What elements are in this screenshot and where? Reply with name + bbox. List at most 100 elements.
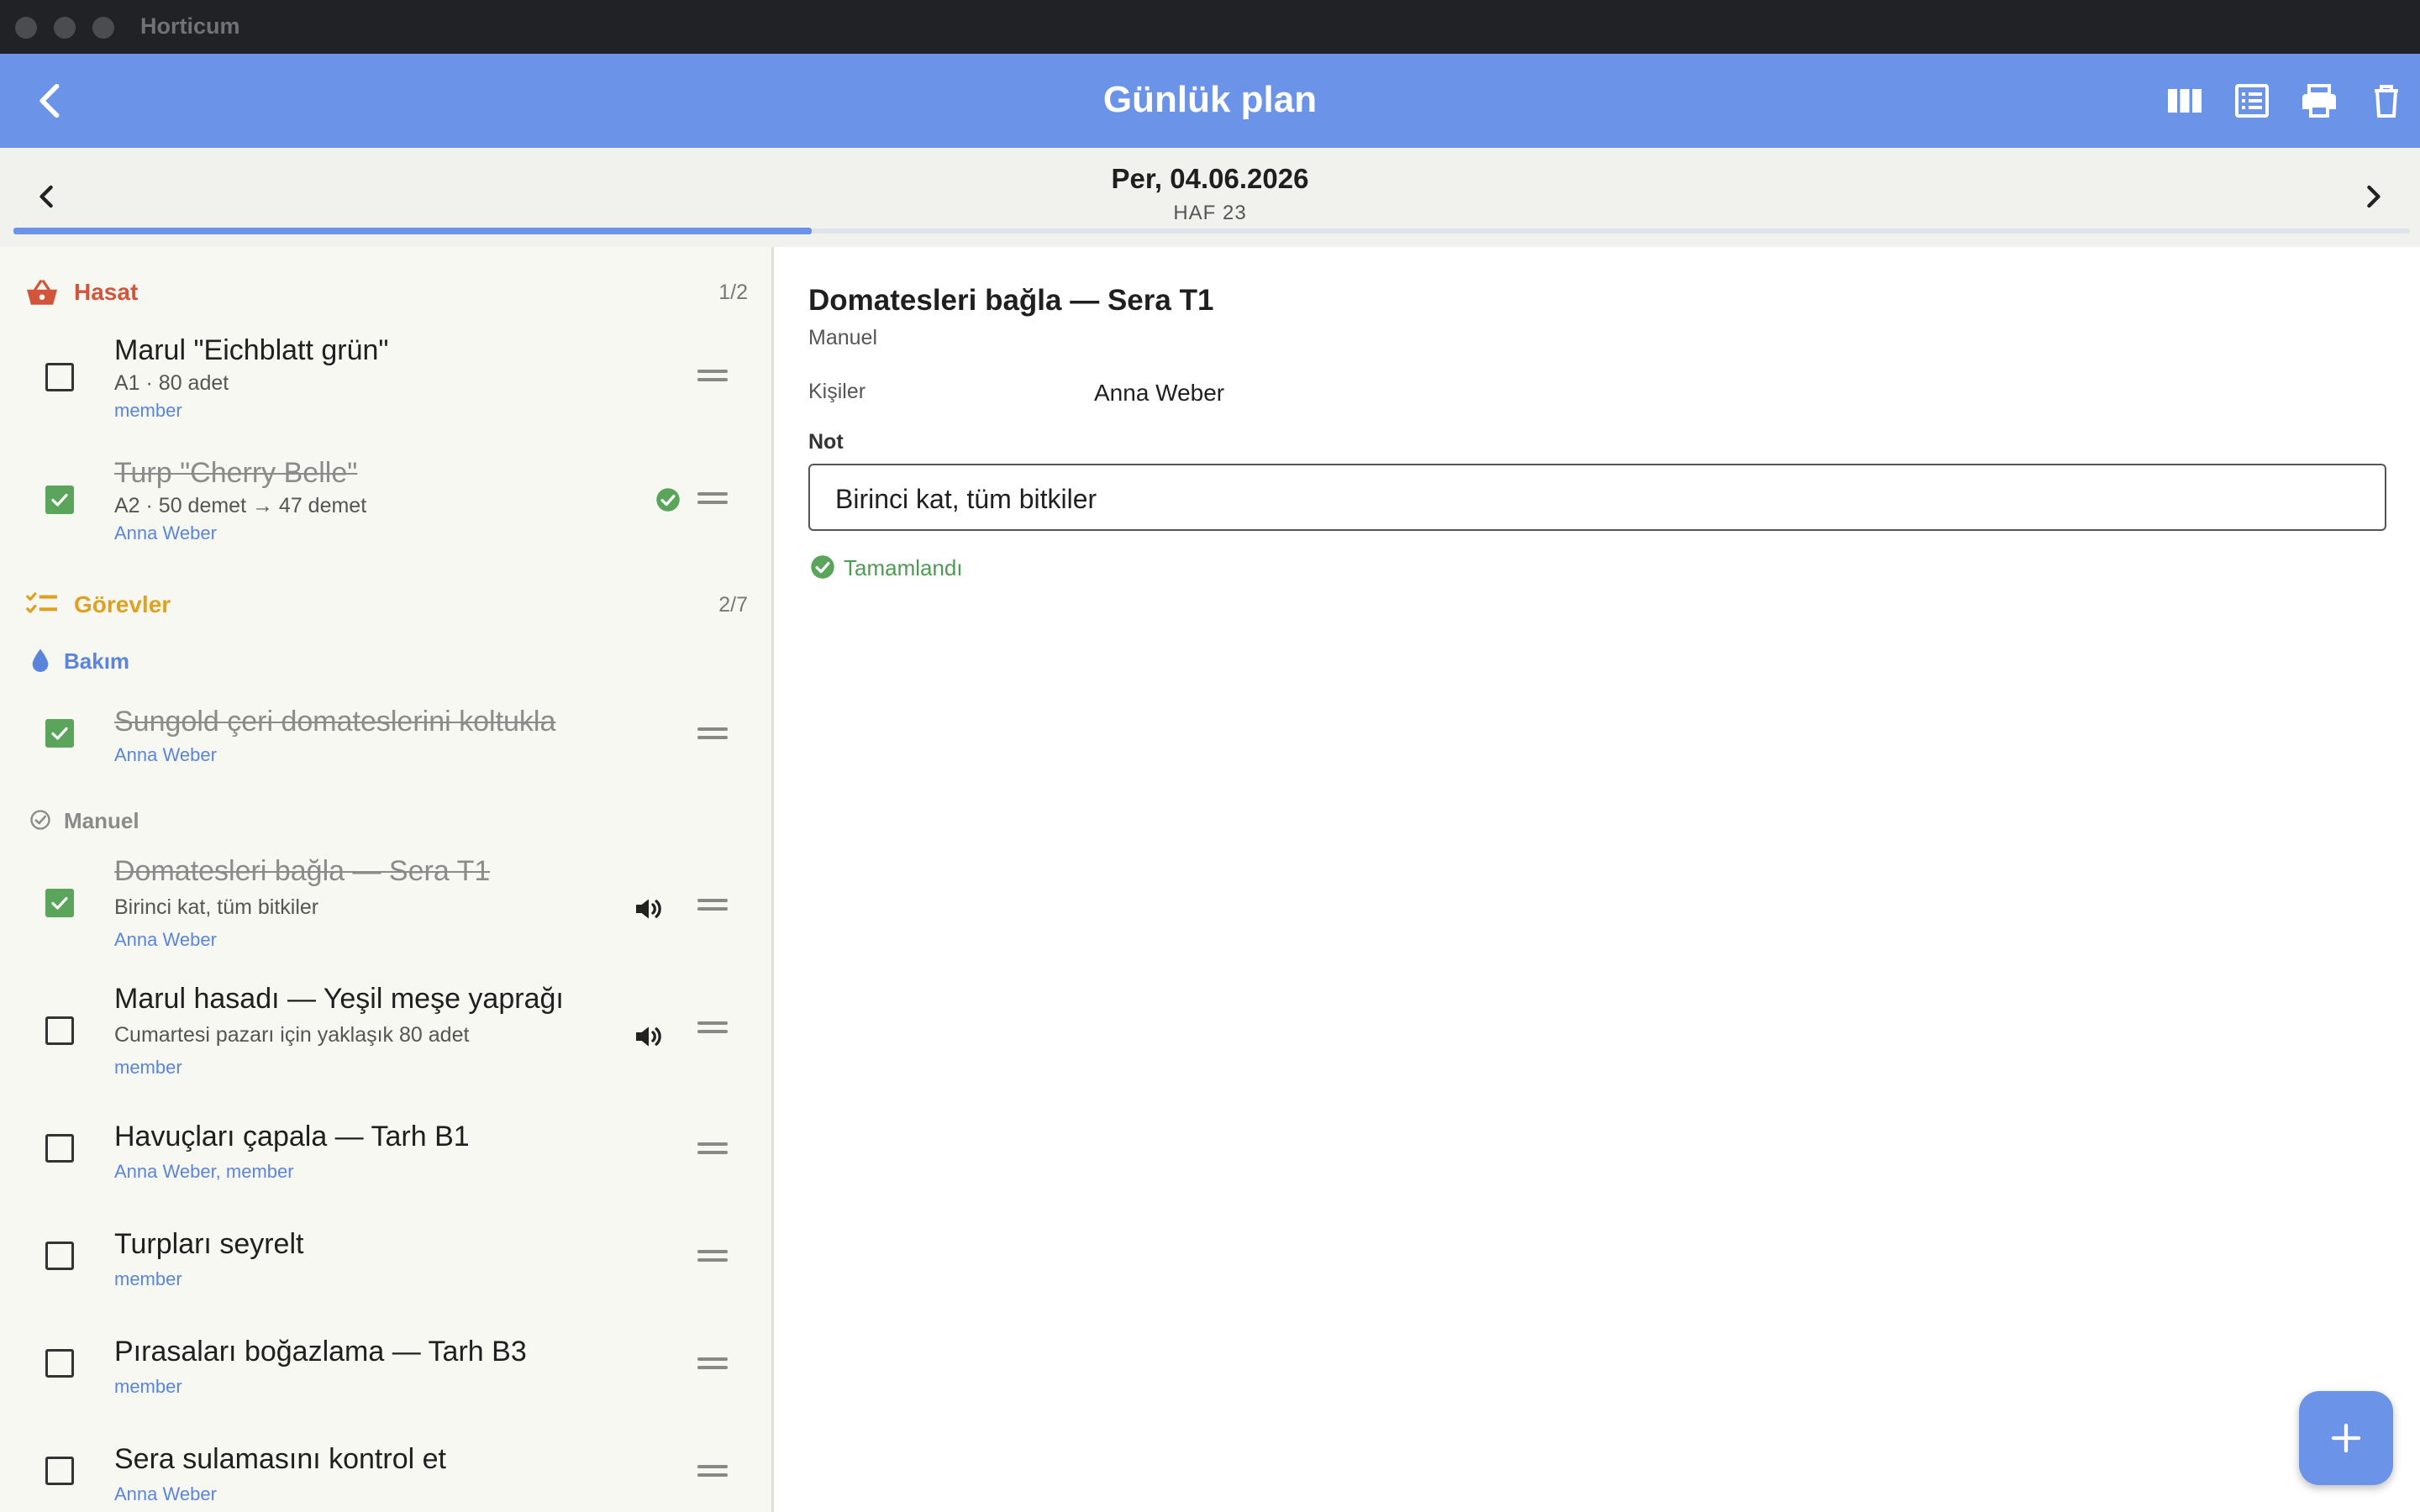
item-title: Sera sulamasını kontrol et bbox=[114, 1443, 446, 1475]
section-harvest-header: Hasat 1/2 bbox=[25, 274, 748, 311]
delete-button[interactable] bbox=[2366, 81, 2407, 121]
app-bar: Günlük plan bbox=[0, 54, 2420, 148]
checklist-icon bbox=[26, 592, 57, 613]
print-button[interactable] bbox=[2299, 81, 2339, 121]
item-assignee: Anna Weber bbox=[114, 522, 217, 543]
completed-check-icon bbox=[656, 488, 680, 512]
item-assignee: member bbox=[114, 400, 182, 421]
drag-handle-icon[interactable] bbox=[697, 727, 728, 743]
task-item[interactable]: Havuçları çapala — Tarh B1 Anna Weber, m… bbox=[0, 1117, 771, 1210]
check-icon bbox=[51, 896, 68, 910]
task-item[interactable]: Pırasaları boğazlama — Tarh B3 member bbox=[0, 1332, 771, 1425]
task-item[interactable]: Sungold çeri domateslerini koltukla Anna… bbox=[0, 694, 771, 786]
item-assignee: Anna Weber, member bbox=[114, 1161, 294, 1182]
task-item[interactable]: Domatesleri bağla — Sera T1 Birinci kat,… bbox=[0, 848, 771, 966]
harvest-item[interactable]: Marul "Eichblatt grün" A1 · 80 adet memb… bbox=[0, 328, 771, 428]
item-title: Havuçları çapala — Tarh B1 bbox=[114, 1121, 470, 1152]
item-checkbox[interactable] bbox=[45, 486, 74, 514]
check-icon bbox=[51, 727, 68, 740]
delete-icon bbox=[2375, 85, 2398, 118]
detail-status-label: Tamamlandı bbox=[844, 555, 963, 580]
task-item[interactable]: Turpları seyrelt member bbox=[0, 1225, 771, 1317]
item-checkbox[interactable] bbox=[45, 1457, 74, 1485]
group-care-label: Bakım bbox=[64, 648, 130, 674]
item-assignee: Anna Weber bbox=[114, 1483, 217, 1504]
drag-handle-icon[interactable] bbox=[697, 370, 728, 385]
add-icon bbox=[2331, 1423, 2361, 1453]
item-checkbox[interactable] bbox=[45, 1242, 74, 1270]
detail-note-label: Not bbox=[808, 430, 844, 454]
item-title: Sungold çeri domateslerini koltukla bbox=[114, 706, 556, 738]
columns-view-button[interactable] bbox=[2165, 81, 2205, 121]
drag-handle-icon[interactable] bbox=[697, 1142, 728, 1158]
window-minimize-button[interactable] bbox=[54, 17, 76, 39]
columns-view-icon bbox=[2168, 89, 2202, 113]
drag-handle-icon[interactable] bbox=[697, 1250, 728, 1265]
item-assignee: Anna Weber bbox=[114, 929, 217, 950]
detail-source: Manuel bbox=[808, 326, 877, 349]
item-checkbox[interactable] bbox=[45, 363, 74, 391]
drag-handle-icon[interactable] bbox=[697, 1021, 728, 1037]
group-manual-label: Manuel bbox=[64, 808, 139, 833]
window-close-button[interactable] bbox=[15, 17, 37, 39]
check-circle-outline-icon bbox=[30, 810, 50, 830]
task-item[interactable]: Sera sulamasını kontrol et Anna Weber bbox=[0, 1440, 771, 1512]
item-title: Pırasaları boğazlama — Tarh B3 bbox=[114, 1336, 527, 1368]
section-harvest-count: 1/2 bbox=[718, 281, 748, 304]
check-icon bbox=[51, 493, 68, 507]
next-day-button[interactable] bbox=[2354, 178, 2391, 215]
section-tasks-label: Görevler bbox=[74, 591, 171, 617]
item-title: Marul hasadı — Yeşil meşe yaprağı bbox=[114, 983, 564, 1015]
chevron-right-icon bbox=[2367, 185, 2381, 208]
detail-note-field[interactable]: Birinci kat, tüm bitkiler bbox=[808, 464, 2386, 531]
group-manual-header: Manuel bbox=[29, 803, 533, 837]
item-title: Marul "Eichblatt grün" bbox=[114, 334, 389, 366]
item-checkbox[interactable] bbox=[45, 889, 74, 917]
item-title: Domatesleri bağla — Sera T1 bbox=[114, 855, 491, 887]
item-checkbox[interactable] bbox=[45, 719, 74, 748]
speaker-icon[interactable] bbox=[632, 1020, 666, 1053]
section-tasks-count: 2/7 bbox=[718, 593, 748, 617]
current-date[interactable]: Per, 04.06.2026 bbox=[0, 163, 2420, 195]
speaker-icon[interactable] bbox=[632, 892, 666, 926]
item-assignee: Anna Weber bbox=[114, 744, 217, 765]
section-tasks-header: Görevler 2/7 bbox=[25, 586, 748, 623]
page-title: Günlük plan bbox=[1102, 79, 1318, 120]
water-drop-icon bbox=[32, 648, 49, 672]
drag-handle-icon[interactable] bbox=[697, 1465, 728, 1480]
item-checkbox[interactable] bbox=[45, 1349, 74, 1378]
detail-people-label: Kişiler bbox=[808, 380, 866, 403]
basket-icon bbox=[27, 280, 57, 305]
list-view-icon bbox=[2235, 84, 2269, 118]
drag-handle-icon[interactable] bbox=[697, 1357, 728, 1373]
day-progress-fill bbox=[13, 228, 812, 234]
task-detail-pane bbox=[774, 247, 2420, 1512]
item-subtitle: A2 · 50 demet → 47 demet bbox=[114, 494, 367, 517]
week-label: HAF 23 bbox=[1173, 202, 1247, 224]
detail-title: Domatesleri bağla — Sera T1 bbox=[808, 284, 1214, 317]
item-subtitle: A1 · 80 adet bbox=[114, 371, 229, 395]
item-title: Turpları seyrelt bbox=[114, 1228, 304, 1260]
window-titlebar: Horticum bbox=[0, 0, 2420, 54]
detail-people-value[interactable]: Anna Weber bbox=[1094, 380, 1224, 407]
item-subtitle: Birinci kat, tüm bitkiler bbox=[114, 895, 319, 919]
print-icon bbox=[2302, 84, 2336, 118]
group-care-header: Bakım bbox=[29, 643, 533, 677]
window-zoom-button[interactable] bbox=[92, 17, 114, 39]
harvest-item[interactable]: Turp "Cherry Belle" A2 · 50 demet → 47 d… bbox=[0, 450, 771, 551]
drag-handle-icon[interactable] bbox=[697, 492, 728, 507]
item-assignee: member bbox=[114, 1268, 182, 1289]
completed-check-icon bbox=[811, 555, 834, 579]
section-harvest-label: Hasat bbox=[74, 279, 139, 305]
list-view-button[interactable] bbox=[2232, 81, 2272, 121]
item-assignee: member bbox=[114, 1376, 182, 1397]
item-checkbox[interactable] bbox=[45, 1134, 74, 1163]
item-subtitle: Cumartesi pazarı için yaklaşık 80 adet bbox=[114, 1023, 470, 1047]
window-title: Horticum bbox=[140, 13, 240, 39]
drag-handle-icon[interactable] bbox=[697, 899, 728, 914]
item-checkbox[interactable] bbox=[45, 1016, 74, 1045]
add-task-button[interactable] bbox=[2299, 1391, 2393, 1485]
task-item[interactable]: Marul hasadı — Yeşil meşe yaprağı Cumart… bbox=[0, 976, 771, 1094]
item-assignee: member bbox=[114, 1057, 182, 1078]
item-title: Turp "Cherry Belle" bbox=[114, 457, 358, 489]
